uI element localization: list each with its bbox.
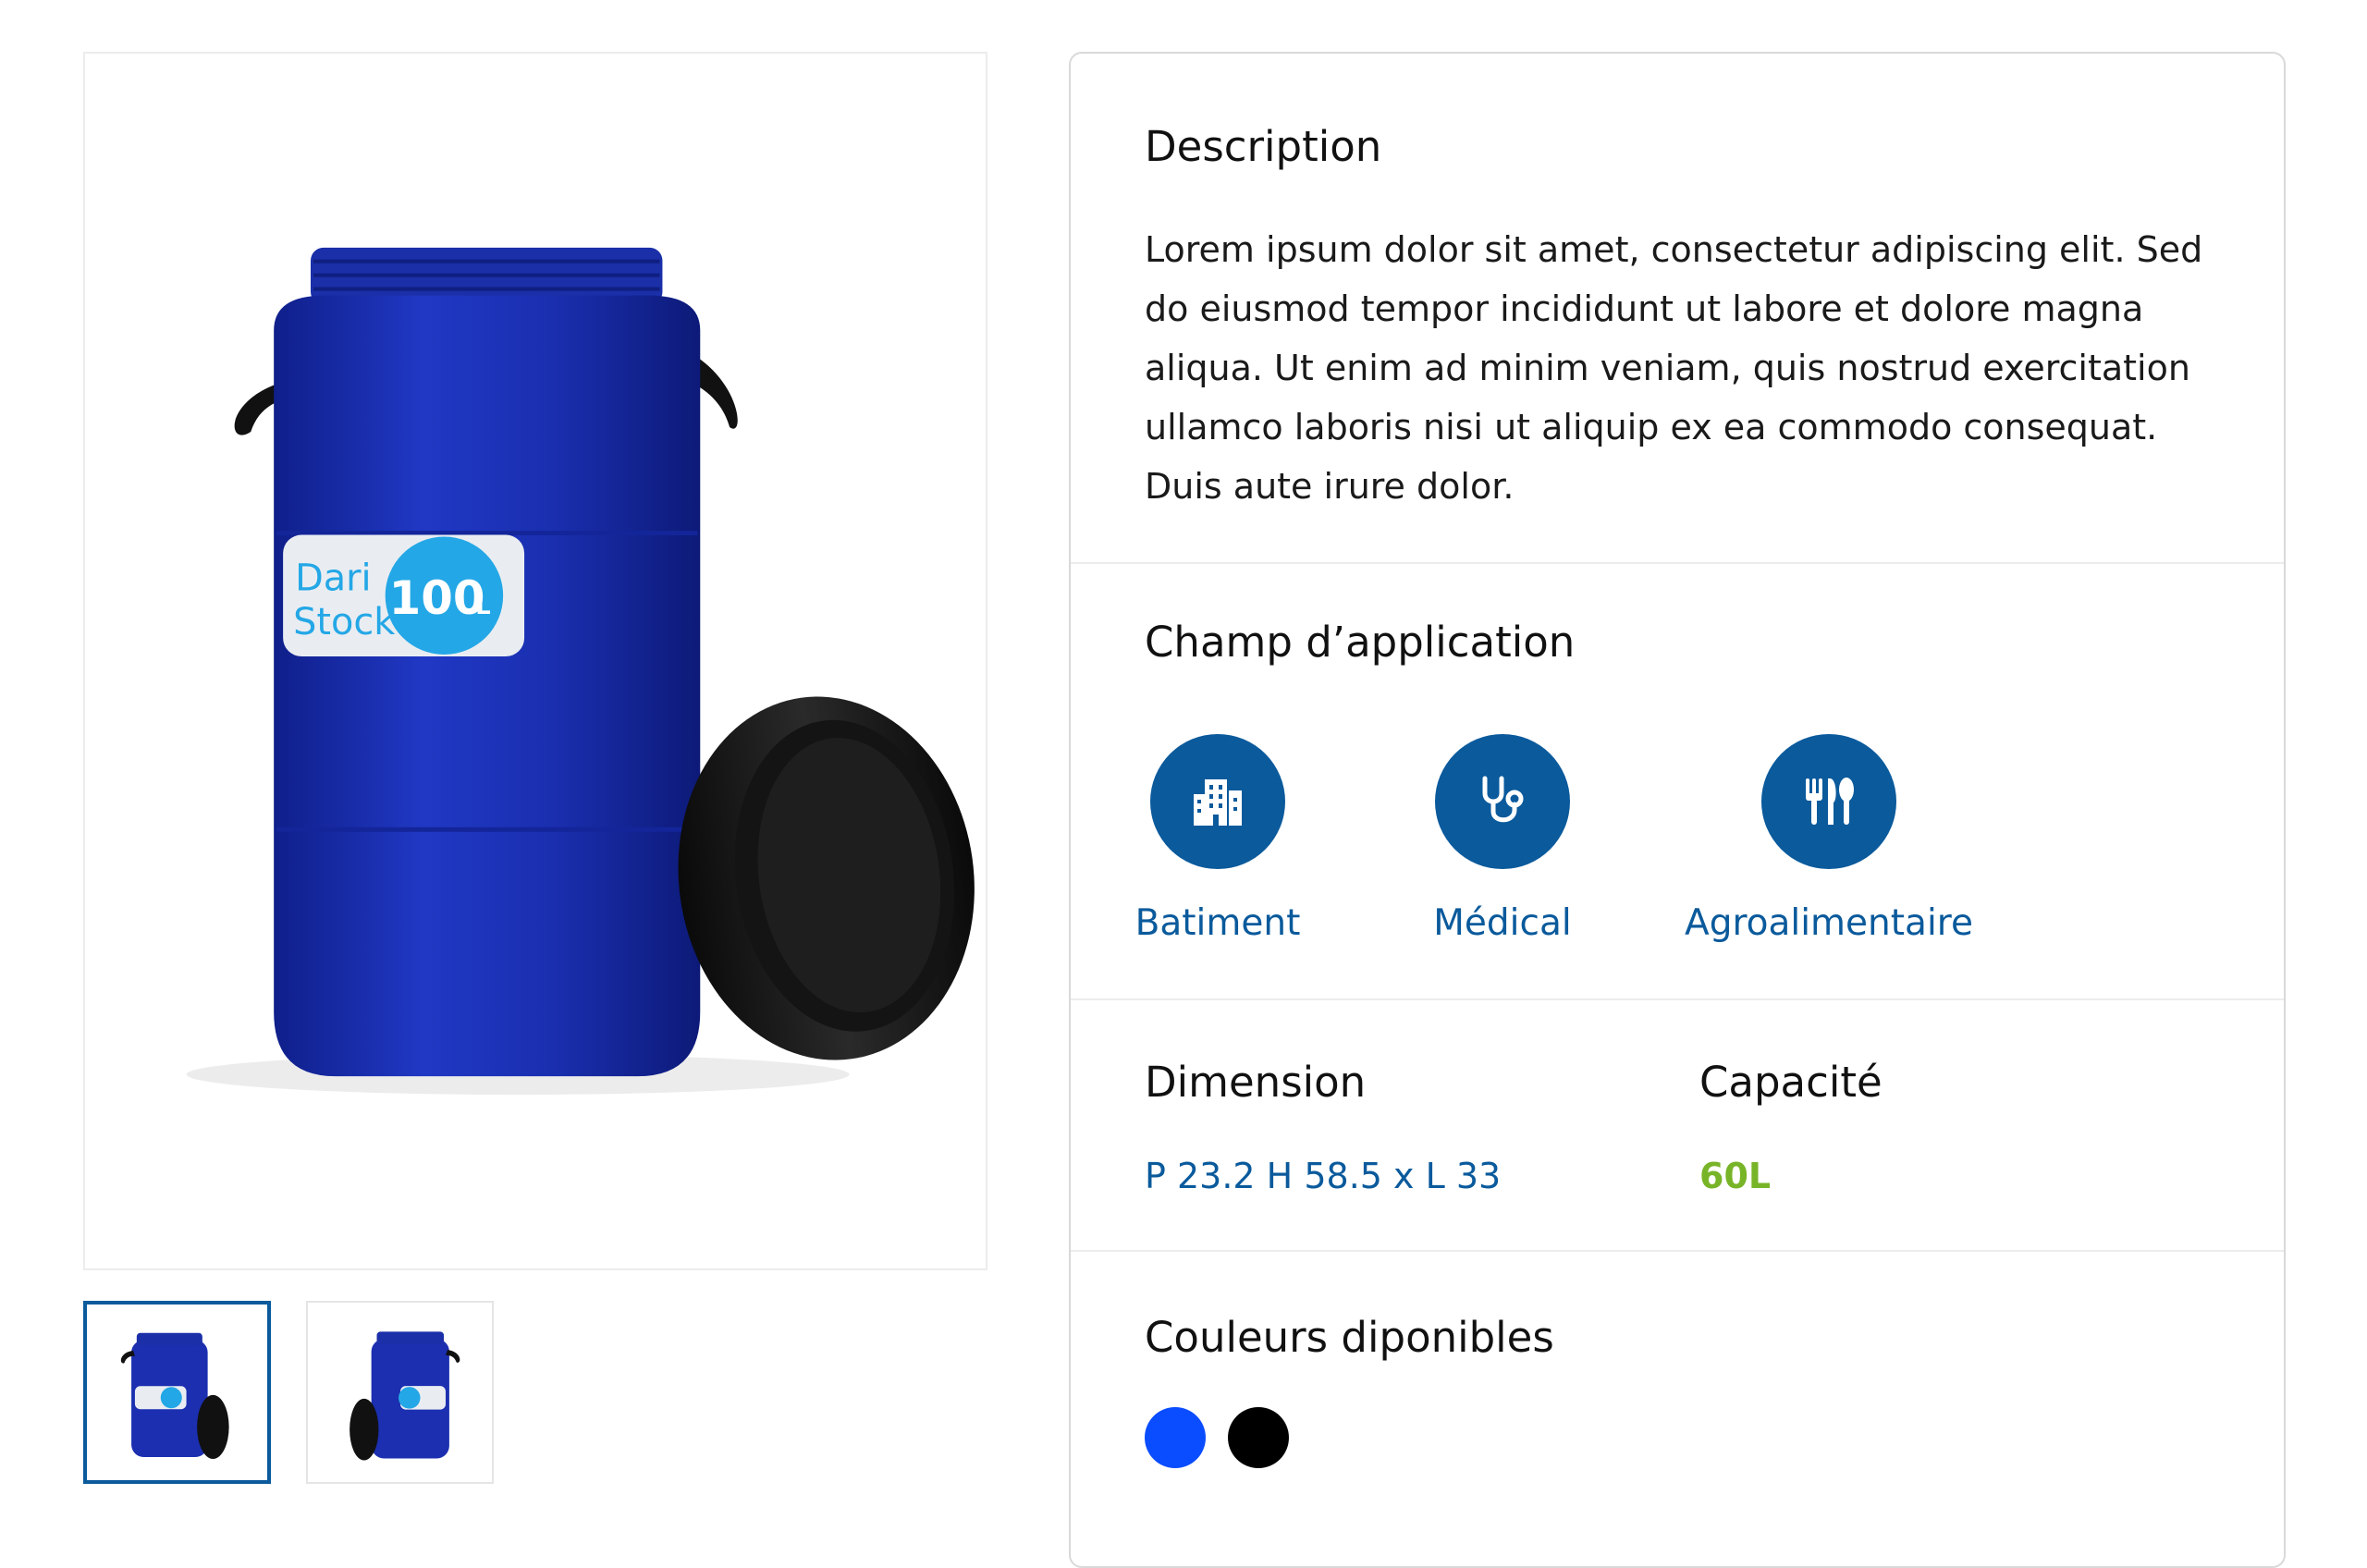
application-label: Agroalimentaire (1685, 902, 1973, 944)
description-title: Description (1145, 122, 1382, 171)
application-item-agroalimentaire[interactable]: Agroalimentaire (1662, 734, 1995, 944)
application-title: Champ d’application (1145, 618, 1576, 667)
label-brand-1: Dari (295, 557, 372, 599)
drum-illustration: Dari Stock 100 L (186, 247, 975, 1096)
cutlery-icon (1761, 734, 1896, 869)
dimension-value: P 23.2 H 58.5 x L 33 (1145, 1156, 1502, 1196)
thumbnail-drum-image (350, 1331, 460, 1461)
building-icon (1150, 734, 1285, 869)
product-main-image: Dari Stock 100 L (83, 52, 987, 1270)
application-item-batiment[interactable]: Batiment (1122, 734, 1313, 944)
stethoscope-icon (1435, 734, 1570, 869)
description-section: Description Lorem ipsum dolor sit amet, … (1071, 54, 2284, 562)
thumbnail-drum-image (120, 1332, 229, 1459)
application-item-medical[interactable]: Médical (1407, 734, 1598, 944)
capacity-title: Capacité (1699, 1058, 1883, 1107)
application-label: Batiment (1134, 902, 1301, 944)
dimension-title: Dimension (1145, 1058, 1367, 1107)
specs-section: Dimension P 23.2 H 58.5 x L 33 Capacité … (1071, 1000, 2284, 1250)
application-section: Champ d’application Batiment Médical Agr… (1071, 564, 2284, 998)
application-label: Médical (1433, 902, 1572, 944)
thumbnail-side[interactable] (306, 1301, 494, 1484)
capacity-value: 60L (1699, 1156, 1772, 1196)
color-swatch-blue[interactable] (1145, 1407, 1206, 1468)
colors-section: Couleurs diponibles (1071, 1252, 2284, 1529)
product-info-panel: Description Lorem ipsum dolor sit amet, … (1069, 52, 2286, 1568)
colors-title: Couleurs diponibles (1145, 1313, 1554, 1362)
description-text: Lorem ipsum dolor sit amet, consectetur … (1145, 229, 2203, 507)
label-capacity: 100 (389, 571, 485, 625)
color-swatch-black[interactable] (1228, 1407, 1289, 1468)
label-unit: L (475, 593, 491, 620)
thumbnail-front[interactable] (83, 1301, 271, 1484)
label-brand-2: Stock (293, 601, 395, 643)
